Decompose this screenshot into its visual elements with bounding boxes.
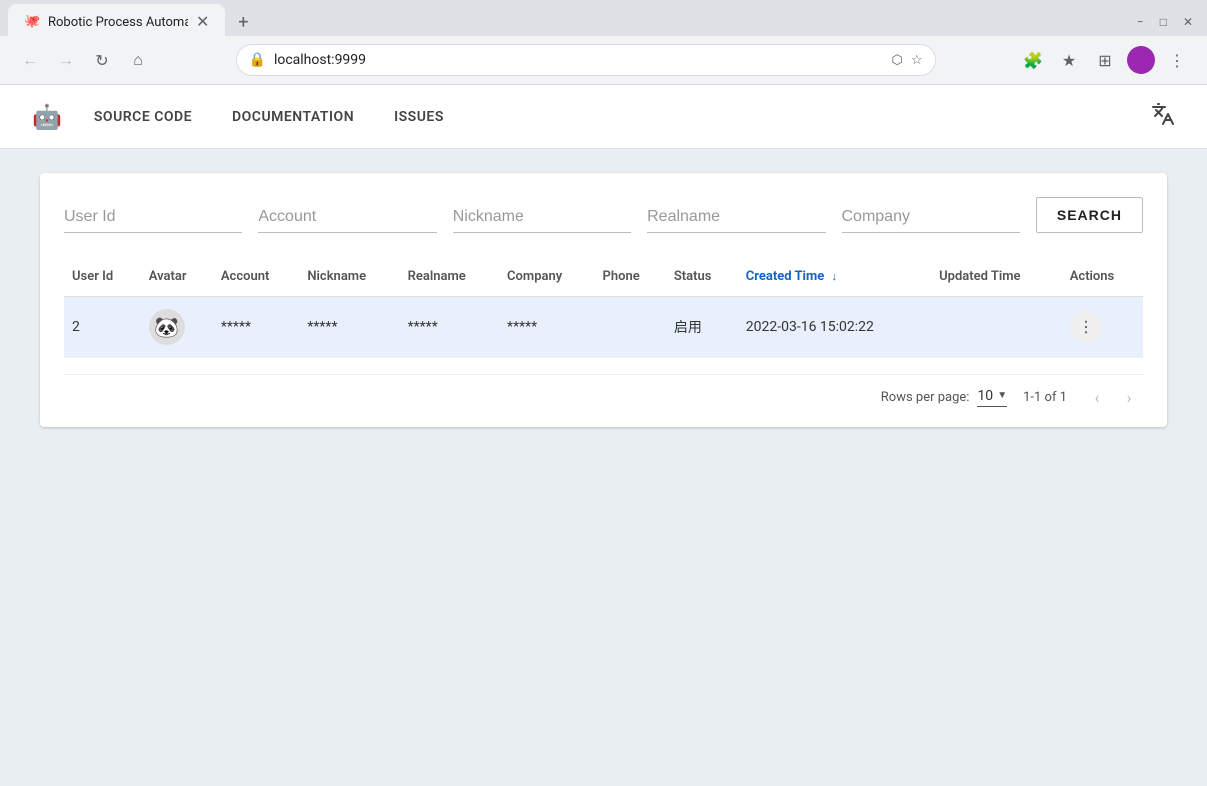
action-button[interactable] [1070, 311, 1102, 343]
next-page-button[interactable]: › [1115, 383, 1143, 411]
extensions-icon[interactable]: 🧩 [1019, 46, 1047, 74]
translate-icon[interactable] [1151, 102, 1175, 132]
pagination-row: Rows per page: 10 ▼ 1-1 of 1 ‹ › [64, 374, 1143, 411]
col-account: Account [213, 257, 299, 297]
col-company: Company [499, 257, 594, 297]
main-content: SEARCH User Id Avatar Account Nickname [0, 149, 1207, 451]
cell-phone [595, 297, 666, 358]
tab-bar: 🐙 Robotic Process Automation T ✕ + − □ ✕ [0, 0, 1207, 36]
menu-icon[interactable]: ⋮ [1163, 46, 1191, 74]
bookmark-icon[interactable]: ★ [1055, 46, 1083, 74]
rows-per-page: Rows per page: 10 ▼ [881, 388, 1007, 407]
user-id-input[interactable] [64, 204, 242, 233]
users-table: User Id Avatar Account Nickname Realname [64, 257, 1143, 358]
home-button[interactable]: ⌂ [124, 46, 152, 74]
url-bar[interactable]: 🔒 localhost:9999 ⬡ ☆ [236, 44, 936, 76]
tab-favicon: 🐙 [24, 14, 40, 30]
avatar: 🐼 [149, 309, 185, 345]
cell-status: 启用 [666, 297, 738, 358]
page-info: 1-1 of 1 [1023, 390, 1067, 405]
active-tab[interactable]: 🐙 Robotic Process Automation T ✕ [8, 4, 225, 40]
new-tab-button[interactable]: + [229, 8, 257, 36]
cell-actions [1062, 297, 1143, 358]
content-card: SEARCH User Id Avatar Account Nickname [40, 173, 1167, 427]
sort-arrow-created: ↓ [832, 270, 838, 283]
window-controls: − □ ✕ [1131, 13, 1207, 31]
cell-nickname: ***** [299, 297, 399, 358]
col-status: Status [666, 257, 738, 297]
col-user-id: User Id [64, 257, 141, 297]
app-header: 🤖 SOURCE CODE DOCUMENTATION ISSUES [0, 85, 1207, 149]
rows-per-page-select[interactable]: 10 ▼ [977, 388, 1007, 407]
refresh-button[interactable]: ↻ [88, 46, 116, 74]
rows-per-page-value: 10 [977, 388, 993, 404]
cell-account: ***** [213, 297, 299, 358]
search-row: SEARCH [64, 197, 1143, 233]
account-input[interactable] [258, 204, 436, 233]
col-avatar: Avatar [141, 257, 213, 297]
nickname-field [453, 204, 631, 233]
realname-field [647, 204, 825, 233]
minimize-button[interactable]: − [1131, 13, 1150, 31]
col-phone: Phone [595, 257, 666, 297]
nav-issues[interactable]: ISSUES [394, 89, 444, 145]
url-text: localhost:9999 [274, 52, 366, 68]
browser-chrome: 🐙 Robotic Process Automation T ✕ + − □ ✕… [0, 0, 1207, 85]
col-nickname: Nickname [299, 257, 399, 297]
nav-documentation[interactable]: DOCUMENTATION [232, 89, 354, 145]
share-icon[interactable]: ⬡ [891, 53, 902, 68]
address-bar: ← → ↻ ⌂ 🔒 localhost:9999 ⬡ ☆ 🧩 ★ ⊞ ⋮ [0, 36, 1207, 84]
table-row: 2 🐼 ***** ***** ***** [64, 297, 1143, 358]
nickname-input[interactable] [453, 204, 631, 233]
tab-title: Robotic Process Automation T [48, 15, 188, 30]
tab-close-button[interactable]: ✕ [196, 14, 209, 30]
prev-page-button[interactable]: ‹ [1083, 383, 1111, 411]
rows-dropdown-arrow: ▼ [997, 390, 1007, 401]
app-nav: SOURCE CODE DOCUMENTATION ISSUES [94, 89, 444, 145]
page-navigation: ‹ › [1083, 383, 1143, 411]
cell-updated-time [931, 297, 1062, 358]
profile-switcher-icon[interactable]: ⊞ [1091, 46, 1119, 74]
avatar-image: 🐼 [154, 315, 179, 339]
cell-user-id: 2 [64, 297, 141, 358]
user-id-field [64, 204, 242, 233]
forward-button[interactable]: → [52, 46, 80, 74]
user-avatar-icon[interactable] [1127, 46, 1155, 74]
realname-input[interactable] [647, 204, 825, 233]
close-button[interactable]: ✕ [1177, 13, 1199, 31]
search-button[interactable]: SEARCH [1036, 197, 1143, 233]
rows-per-page-label: Rows per page: [881, 390, 970, 405]
cell-avatar: 🐼 [141, 297, 213, 358]
lock-icon: 🔒 [249, 52, 266, 68]
col-created-time[interactable]: Created Time ↓ [738, 257, 931, 297]
col-actions: Actions [1062, 257, 1143, 297]
company-field [842, 204, 1020, 233]
cell-created-time: 2022-03-16 15:02:22 [738, 297, 931, 358]
col-updated-time: Updated Time [931, 257, 1062, 297]
table-header-row: User Id Avatar Account Nickname Realname [64, 257, 1143, 297]
col-realname: Realname [400, 257, 499, 297]
cell-company: ***** [499, 297, 594, 358]
company-input[interactable] [842, 204, 1020, 233]
action-icon [1077, 318, 1095, 336]
cell-realname: ***** [400, 297, 499, 358]
maximize-button[interactable]: □ [1154, 13, 1173, 31]
account-field [258, 204, 436, 233]
app-logo: 🤖 [32, 103, 62, 131]
bookmark-star-icon[interactable]: ☆ [911, 53, 923, 68]
back-button[interactable]: ← [16, 46, 44, 74]
nav-source-code[interactable]: SOURCE CODE [94, 89, 192, 145]
browser-right-icons: 🧩 ★ ⊞ ⋮ [1019, 46, 1191, 74]
